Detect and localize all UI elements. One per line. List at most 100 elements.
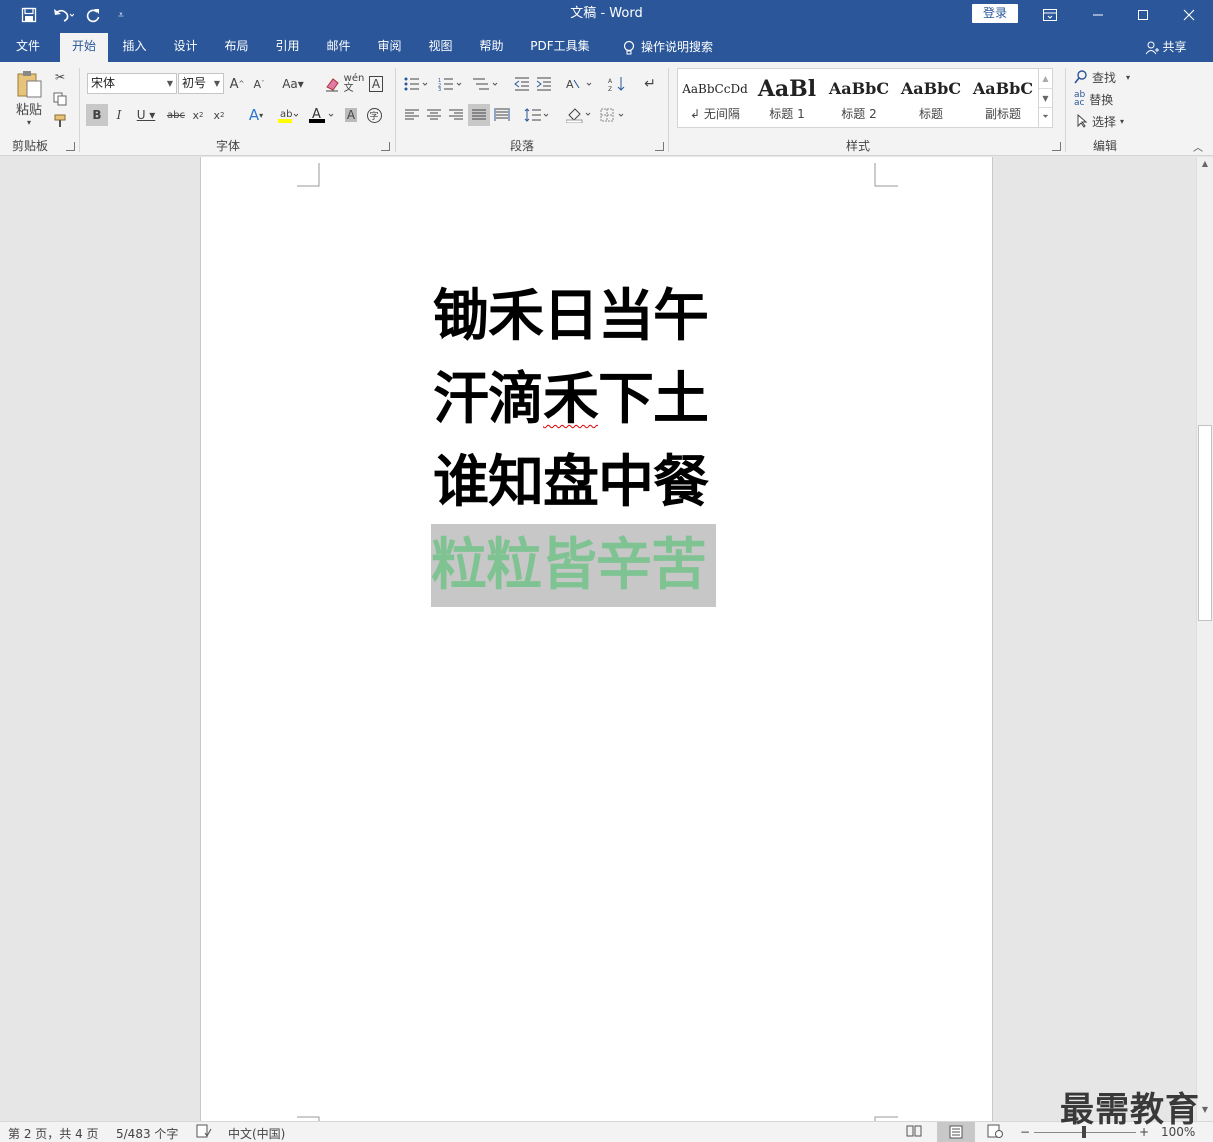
read-mode-icon[interactable] [906,1124,922,1138]
word-count[interactable]: 5/483 个字 [116,1125,178,1142]
justify-icon[interactable] [468,104,490,126]
style-title[interactable]: AaBbC 标题 [896,71,966,125]
scroll-up-icon[interactable]: ▲ [1197,159,1213,168]
increase-indent-icon[interactable] [534,73,554,95]
select-button[interactable]: 选择 ▾ [1076,110,1140,132]
tab-home[interactable]: 开始 [60,33,108,62]
numbering-icon[interactable]: 123 [436,73,466,95]
redo-icon[interactable] [83,0,103,30]
replace-button[interactable]: ab ac 替换 [1074,88,1138,110]
phonetic-guide-icon[interactable]: wén 文 [344,73,365,95]
poem-text[interactable]: 锄禾日当午 汗滴禾下土 谁知盘中餐 粒粒皆辛苦 [431,275,733,607]
highlight-color-icon[interactable]: ab [272,104,304,126]
shrink-font-icon[interactable]: Aˇ [250,73,268,95]
print-layout-icon[interactable] [937,1122,975,1142]
selected-text[interactable]: 粒粒皆辛苦 [431,524,716,607]
tell-me-search[interactable]: 操作说明搜索 [612,33,724,62]
strikethrough-button[interactable]: abc [164,104,188,126]
styles-launcher-icon[interactable] [1052,142,1061,151]
tab-references[interactable]: 引用 [265,33,310,62]
poem-line-4[interactable]: 粒粒皆辛苦 [431,524,733,607]
gallery-up-icon[interactable]: ▲ [1039,69,1052,88]
italic-button[interactable]: I [110,104,128,126]
decrease-indent-icon[interactable] [512,73,532,95]
gallery-more-icon[interactable]: ⏷ [1039,107,1052,125]
minimize-icon[interactable] [1075,0,1121,30]
gallery-scroll[interactable]: ▲ ▼ ⏷ [1038,69,1052,127]
tab-design[interactable]: 设计 [163,33,208,62]
tab-pdf-tools[interactable]: PDF工具集 [522,33,598,62]
ribbon-display-options-icon[interactable] [1027,0,1073,30]
proofing-icon[interactable] [196,1124,212,1138]
underline-button[interactable]: U ▾ [132,104,160,126]
line-2-end: 下土 [598,366,709,432]
subscript-button[interactable]: x2 [190,104,206,126]
find-button[interactable]: 查找 ▾ [1074,66,1138,88]
font-name-combo[interactable]: 宋体 ▼ [87,73,177,94]
align-left-icon[interactable] [402,104,422,126]
save-icon[interactable] [18,0,40,30]
language-indicator[interactable]: 中文(中国) [228,1125,285,1142]
tab-insert[interactable]: 插入 [112,33,157,62]
chinese-layout-icon[interactable]: A [564,73,596,95]
font-launcher-icon[interactable] [381,142,390,151]
poem-line-2[interactable]: 汗滴禾下土 [433,358,733,441]
font-size-combo[interactable]: 初号 ▼ [178,73,224,94]
clipboard-launcher-icon[interactable] [66,142,75,151]
paste-button[interactable]: 粘贴 ▾ [10,66,48,130]
enclose-characters-icon[interactable]: 字 [364,104,384,126]
styles-gallery[interactable]: AaBbCcDd ↲ 无间隔 AaBl 标题 1 AaBbC 标题 2 AaBb… [677,68,1053,128]
tab-review[interactable]: 审阅 [367,33,412,62]
format-painter-icon[interactable] [50,110,70,132]
style-heading-1[interactable]: AaBl 标题 1 [752,71,822,125]
cut-icon[interactable]: ✂ [50,66,70,88]
superscript-button[interactable]: x2 [210,104,228,126]
bullets-icon[interactable] [402,73,432,95]
poem-line-1[interactable]: 锄禾日当午 [433,275,733,358]
style-heading-2[interactable]: AaBbC 标题 2 [824,71,894,125]
font-color-icon[interactable]: A [306,104,338,126]
page-count[interactable]: 第 2 页，共 4 页 [8,1125,99,1142]
style-subtitle[interactable]: AaBbC 副标题 [968,71,1038,125]
undo-icon[interactable] [48,0,78,30]
paste-dropdown-icon[interactable]: ▾ [27,118,31,127]
login-button[interactable]: 登录 [972,4,1018,23]
character-shading-icon[interactable]: A [342,104,360,126]
tab-view[interactable]: 视图 [418,33,463,62]
gallery-down-icon[interactable]: ▼ [1039,88,1052,107]
paragraph-launcher-icon[interactable] [655,142,664,151]
align-center-icon[interactable] [424,104,444,126]
tab-mailings[interactable]: 邮件 [316,33,361,62]
scrollbar-thumb[interactable] [1198,425,1212,621]
collapse-ribbon-icon[interactable]: ︿ [1190,138,1206,154]
tab-layout[interactable]: 布局 [214,33,259,62]
clear-formatting-icon[interactable] [322,73,342,95]
shading-icon[interactable] [564,104,594,126]
spelling-error-word[interactable]: 禾 [543,366,599,432]
web-layout-icon[interactable] [987,1124,1003,1138]
show-formatting-marks-icon[interactable]: ↵ [640,73,660,95]
align-right-icon[interactable] [446,104,466,126]
change-case-icon[interactable]: Aa▾ [278,73,308,95]
share-button[interactable]: 共享 [1140,33,1192,62]
grow-font-icon[interactable]: A ^ [228,73,246,95]
document-page[interactable]: 锄禾日当午 汗滴禾下土 谁知盘中餐 粒粒皆辛苦 [200,157,993,1121]
close-icon[interactable] [1166,0,1212,30]
borders-icon[interactable] [598,104,628,126]
customize-toolbar-icon[interactable]: ⩡ [113,0,129,30]
style-no-spacing[interactable]: AaBbCcDd ↲ 无间隔 [680,71,750,125]
zoom-out-button[interactable]: − [1020,1125,1030,1139]
text-effects-icon[interactable]: A ▾ [242,104,270,126]
maximize-icon[interactable] [1120,0,1166,30]
poem-line-3[interactable]: 谁知盘中餐 [433,441,733,524]
multilevel-list-icon[interactable] [470,73,502,95]
copy-icon[interactable] [50,88,70,110]
distributed-icon[interactable] [492,104,512,126]
vertical-scrollbar[interactable]: ▲ ▼ [1196,157,1213,1121]
character-border-icon[interactable]: A [366,73,386,95]
sort-icon[interactable]: AZ [606,73,628,95]
bold-button[interactable]: B [86,104,108,126]
tab-help[interactable]: 帮助 [469,33,514,62]
line-spacing-icon[interactable] [522,104,552,126]
tab-file[interactable]: 文件 [3,33,53,62]
